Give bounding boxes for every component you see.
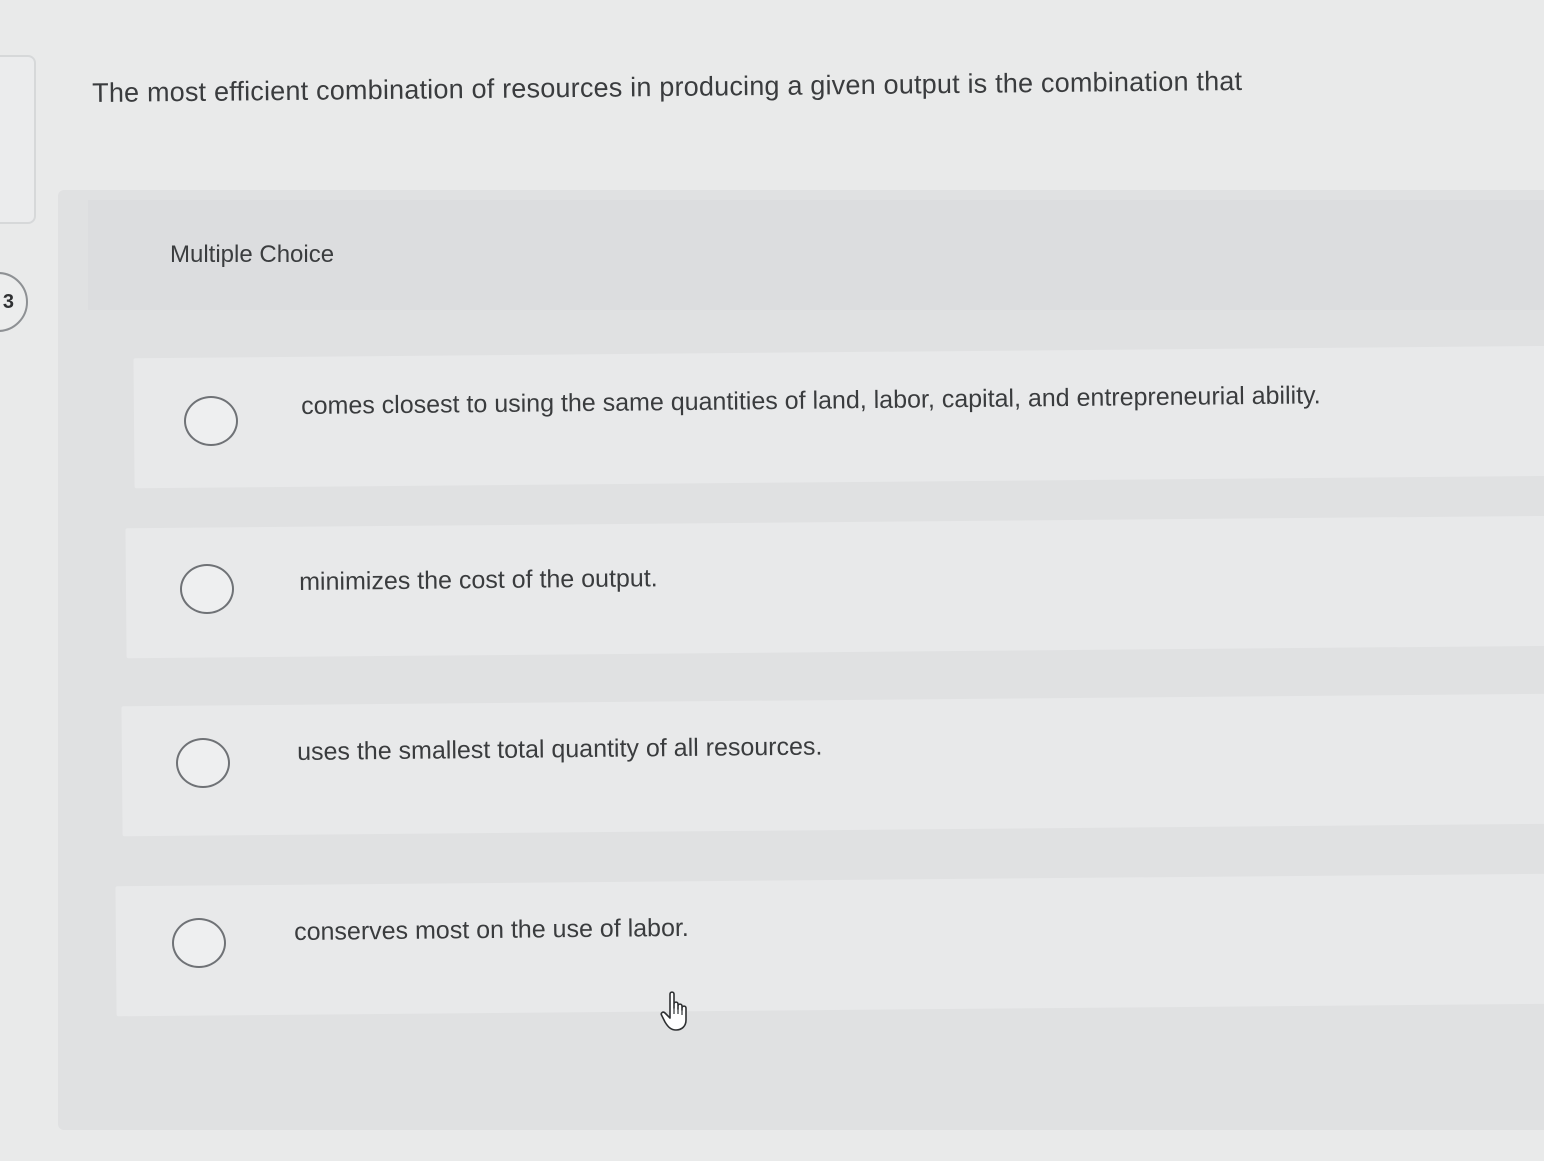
radio-button-option-4[interactable]	[172, 918, 226, 968]
multiple-choice-label: Multiple Choice	[170, 241, 335, 268]
question-number: 3	[2, 290, 14, 313]
answer-option-3-text[interactable]: uses the smallest total quantity of all …	[297, 732, 823, 766]
answer-option-2-text[interactable]: minimizes the cost of the output.	[299, 564, 658, 597]
answer-option-4-text[interactable]: conserves most on the use of labor.	[294, 914, 689, 947]
hand-pointer-icon	[660, 991, 687, 1031]
question-number-badge[interactable]: 3	[0, 272, 28, 332]
left-side-tab	[0, 55, 36, 224]
question-prompt: The most efficient combination of resour…	[92, 65, 1243, 108]
radio-button-option-3[interactable]	[176, 738, 230, 788]
radio-button-option-2[interactable]	[180, 564, 234, 614]
radio-button-option-1[interactable]	[184, 396, 238, 446]
